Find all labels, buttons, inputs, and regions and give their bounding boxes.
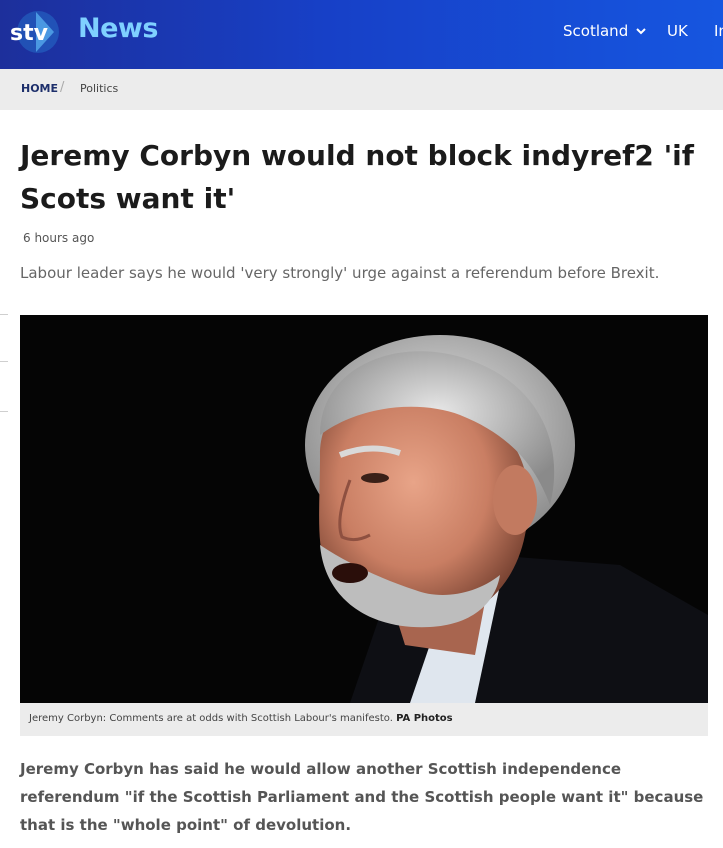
- article-lead-paragraph: Jeremy Corbyn has said he would allow an…: [20, 760, 704, 834]
- image-credit: PA Photos: [396, 713, 453, 724]
- nav-international[interactable]: In: [714, 22, 723, 40]
- share-rail-divider: [0, 411, 8, 412]
- article-headline: Jeremy Corbyn would not block indyref2 '…: [20, 139, 694, 215]
- image-caption: Jeremy Corbyn: Comments are at odds with…: [20, 703, 708, 736]
- breadcrumb-separator: /: [60, 80, 65, 95]
- article-standfirst: Labour leader says he would 'very strong…: [20, 264, 660, 282]
- portrait-illustration: [20, 315, 708, 703]
- article-timestamp: 6 hours ago: [23, 231, 95, 245]
- breadcrumb-current[interactable]: Politics: [80, 82, 118, 95]
- nav-scotland-label: Scotland: [563, 22, 629, 40]
- share-rail-divider: [0, 314, 8, 315]
- nav-uk[interactable]: UK: [667, 22, 688, 40]
- logo-text: stv: [10, 21, 49, 46]
- brand-news[interactable]: News: [78, 13, 158, 44]
- image-caption-text: Jeremy Corbyn: Comments are at odds with…: [29, 713, 393, 724]
- stv-logo[interactable]: stv: [8, 10, 72, 54]
- nav-scotland[interactable]: Scotland: [563, 22, 647, 40]
- breadcrumb: HOME / Politics: [0, 69, 723, 110]
- article-image: [20, 315, 708, 703]
- site-header: stv News Scotland UK In: [0, 0, 723, 69]
- chevron-down-icon: [636, 28, 646, 35]
- breadcrumb-home[interactable]: HOME: [21, 82, 58, 95]
- share-rail-divider: [0, 361, 8, 362]
